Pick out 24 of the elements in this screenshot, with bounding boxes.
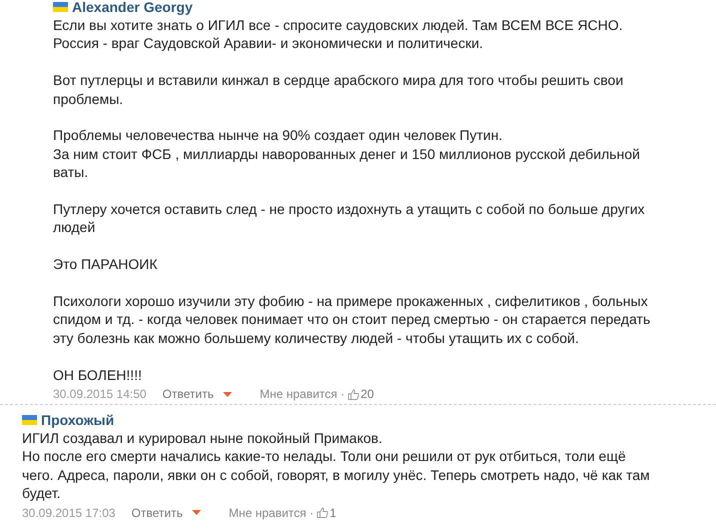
comment-text: Путлеру хочется оставить след - не просто издохнуть а утащить с собой по больше других людей <box>53 200 646 237</box>
comment-text: ОН БОЛЕН!!!! <box>53 366 143 384</box>
flag-icon <box>22 415 37 426</box>
comment-date: 30.09.2015 17:03 <box>22 506 116 520</box>
comment-text: ИГИЛ создавал и курировал ныне покойный Примаков. Но после его смерти начались какие-то нелады. Толи они решили от рук отбиться, толи ещё чего. Адреса, пароли, явки он с собой, говорят, в могилу унёс. Теперь смотреть надо, чё как там будет. <box>22 429 651 503</box>
caret-icon[interactable] <box>222 392 232 397</box>
thumbs-up-icon[interactable] <box>348 388 359 400</box>
flag-icon <box>53 2 68 12</box>
like-link[interactable]: Мне нравится · <box>228 506 314 520</box>
like-count: 1 <box>330 506 336 520</box>
comment-text: Проблемы человечества нынче на 90% создает один человек Путин. За ним стоит ФСБ , миллиарды наворованных денег и 150 миллионов русской дебильной ваты. <box>53 126 641 182</box>
caret-icon[interactable] <box>192 510 201 516</box>
like-count: 20 <box>360 387 374 402</box>
reply-link[interactable]: Ответить <box>131 506 183 520</box>
comment-text: Если вы хотите знать о ИГИЛ все - спросите саудовских людей. Там ВСЕМ ВСЕ ЯСНО. Россия - враг Саудовской Аравии- и экономически и политически. <box>53 16 624 53</box>
comment-date: 30.09.2015 14:50 <box>53 387 146 402</box>
like-link[interactable]: Мне нравится · <box>260 387 345 402</box>
thumbs-up-icon[interactable] <box>316 507 328 518</box>
reply-link[interactable]: Ответить <box>162 387 214 402</box>
comment-text: Это ПАРАНОИК <box>53 255 158 274</box>
author-name[interactable]: Прохожый <box>41 412 114 428</box>
comment-text: Вот путлерцы и вставили кинжал в сердце арабского мира для того чтобы решить свои проблемы. <box>53 71 624 108</box>
comment-text: Психологи хорошо изучили эту фобию - на примере прокаженных , сифелитиков , больных спидом и тд. - когда человек понимает что он стоит перед смертью - он старается передать эту болезнь как можно большему количеству людей - чтобы утащить их с собой. <box>53 292 652 348</box>
author-name[interactable]: Alexander Georgy <box>72 0 193 15</box>
